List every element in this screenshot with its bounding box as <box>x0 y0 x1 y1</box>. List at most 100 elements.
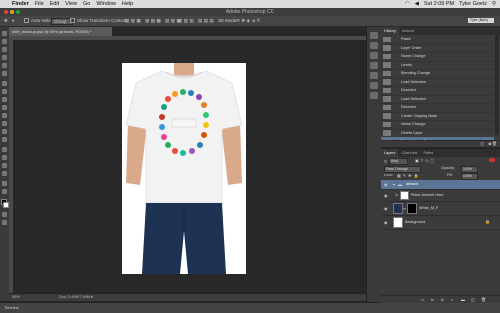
eyedropper-tool-button[interactable] <box>2 71 7 76</box>
history-panel-tabs: History Actions <box>381 27 500 35</box>
history-scrollbar[interactable] <box>495 35 499 135</box>
search-icon[interactable]: ⚲ <box>492 0 496 8</box>
visibility-eye-icon[interactable]: ◉ <box>384 220 388 225</box>
horizontal-ruler[interactable] <box>9 36 366 40</box>
shape-tool-button[interactable] <box>2 171 7 176</box>
lasso-tool-button[interactable] <box>2 47 7 52</box>
opacity-label: Opacity: <box>441 166 455 170</box>
adjustment-layer-icon[interactable]: ◐ <box>451 296 453 304</box>
brush-tool-button[interactable] <box>2 89 7 94</box>
tab-history[interactable]: History <box>381 27 399 35</box>
panel-icon-4[interactable] <box>370 62 378 69</box>
visibility-eye-icon[interactable]: ◉ <box>384 182 388 187</box>
type-tool-button[interactable] <box>2 155 7 160</box>
layer-thumbnail <box>393 203 403 214</box>
layer-name[interactable]: artwork <box>406 182 418 187</box>
delete-layer-icon[interactable]: 🗑 <box>481 296 486 304</box>
link-icon[interactable]: ∞ <box>403 206 406 211</box>
fx-icon[interactable]: fx <box>431 296 434 304</box>
crop-tool-button[interactable] <box>2 63 7 68</box>
layer-name[interactable]: Place Artwork Here <box>411 193 444 197</box>
dodge-tool-button[interactable] <box>2 137 7 142</box>
minimize-window-button[interactable] <box>10 10 14 14</box>
path-select-tool-button[interactable] <box>2 163 7 168</box>
distribute-buttons[interactable]: ▥▥▥ ▤▤▤ <box>178 16 215 26</box>
zoom-level[interactable]: 50% <box>12 294 20 301</box>
collapsed-panels-strip <box>366 27 382 302</box>
tab-actions[interactable]: Actions <box>399 29 417 33</box>
history-item-icon <box>383 70 391 76</box>
move-tool-button[interactable] <box>2 31 7 36</box>
blur-tool-button[interactable] <box>2 129 7 134</box>
trash-icon[interactable]: 🗑 <box>492 141 497 146</box>
stamp-tool-button[interactable] <box>2 97 7 102</box>
healing-tool-button[interactable] <box>2 81 7 86</box>
opacity-input[interactable]: 100% <box>461 166 478 173</box>
layer-row-background[interactable]: ◉ Background 🔒 <box>381 215 500 230</box>
quick-select-tool-button[interactable] <box>2 55 7 60</box>
new-layer-icon[interactable]: ◫ <box>471 296 475 304</box>
menu-file[interactable]: File <box>35 0 44 8</box>
workspace-dropdown[interactable]: Tyler (Bain) <box>468 18 494 23</box>
tool-preset-arrow-icon[interactable]: ▾ <box>12 16 14 26</box>
tab-paths[interactable]: Paths <box>420 151 436 155</box>
close-window-button[interactable] <box>4 10 8 14</box>
visibility-eye-icon[interactable]: ◉ <box>384 206 388 211</box>
link-layers-icon[interactable]: ∞ <box>421 296 424 304</box>
marquee-tool-button[interactable] <box>2 39 7 44</box>
menu-go[interactable]: Go <box>83 0 90 8</box>
lock-icons[interactable]: ▦✎✥🔒 <box>397 173 420 178</box>
new-snapshot-icon[interactable]: ◫ <box>480 141 484 146</box>
add-mask-icon[interactable]: ◘ <box>441 296 443 304</box>
status-arrow-icon[interactable]: ▸ <box>91 294 93 301</box>
document-canvas[interactable] <box>122 63 246 274</box>
doc-size-info[interactable]: Doc: 2.40M/7.40M <box>59 294 90 301</box>
move-tool-icon[interactable]: ✥ <box>4 16 8 26</box>
panel-icon-7[interactable] <box>370 92 378 99</box>
layer-row-white-m-f[interactable]: ◉ ∞ White_M_F <box>381 201 500 216</box>
3d-mode-icons[interactable]: ⟲✥◈⇲⇱ <box>236 16 262 26</box>
camera-icon[interactable]: ◙ <box>489 141 491 146</box>
zoom-window-button[interactable] <box>16 10 20 14</box>
pen-tool-button[interactable] <box>2 147 7 152</box>
menu-edit[interactable]: Edit <box>50 0 59 8</box>
filter-type-icons[interactable]: ▣T◇▢ <box>415 158 436 163</box>
eraser-tool-button[interactable] <box>2 113 7 118</box>
layer-name[interactable]: Background <box>405 220 425 224</box>
panel-icon-5[interactable] <box>370 72 378 79</box>
panel-icon-1[interactable] <box>370 32 378 39</box>
layer-name[interactable]: White_M_F <box>419 206 438 210</box>
vertical-ruler[interactable] <box>9 40 13 293</box>
layer-filter-kind[interactable]: Kind <box>389 158 408 165</box>
visibility-eye-icon[interactable]: ◉ <box>384 193 388 198</box>
document-tab[interactable]: shirt_mockup.psd @ 50% (artwork, RGB/8) … <box>9 27 113 36</box>
group-expand-icon[interactable]: ▾ <box>393 182 395 187</box>
menu-finder[interactable]: Finder <box>12 0 29 8</box>
filter-toggle[interactable] <box>489 158 495 162</box>
user-name[interactable]: Tyler Goelz <box>459 0 487 8</box>
wifi-icon[interactable]: ◠ <box>405 0 410 8</box>
align-buttons[interactable]: ▤▥▦ ▧▨▩ ▤▥▦ <box>125 16 182 26</box>
history-item-icon <box>383 130 391 136</box>
new-group-icon[interactable]: ▬ <box>461 296 465 304</box>
history-brush-tool-button[interactable] <box>2 105 7 110</box>
fill-input[interactable]: 100% <box>461 173 478 180</box>
menu-view[interactable]: View <box>65 0 77 8</box>
auto-select-checkbox[interactable] <box>24 18 29 24</box>
quick-mask-button[interactable] <box>2 212 7 217</box>
hand-tool-button[interactable] <box>2 181 7 186</box>
show-transform-checkbox[interactable] <box>70 18 75 24</box>
tab-channels[interactable]: Channels <box>398 151 420 155</box>
gradient-tool-button[interactable] <box>2 121 7 126</box>
panel-icon-3[interactable] <box>370 52 378 59</box>
volume-icon[interactable]: ◀ <box>415 0 419 8</box>
panel-icon-6[interactable] <box>370 82 378 89</box>
tab-layers[interactable]: Layers <box>381 149 399 157</box>
screen-mode-button[interactable] <box>2 220 7 225</box>
clock[interactable]: Sat 2:09 PM <box>424 0 454 8</box>
menu-window[interactable]: Window <box>96 0 116 8</box>
blend-mode-dropdown[interactable]: Pass Through <box>384 166 421 173</box>
menu-help[interactable]: Help <box>122 0 133 8</box>
panel-icon-2[interactable] <box>370 42 378 49</box>
zoom-tool-button[interactable] <box>2 189 7 194</box>
